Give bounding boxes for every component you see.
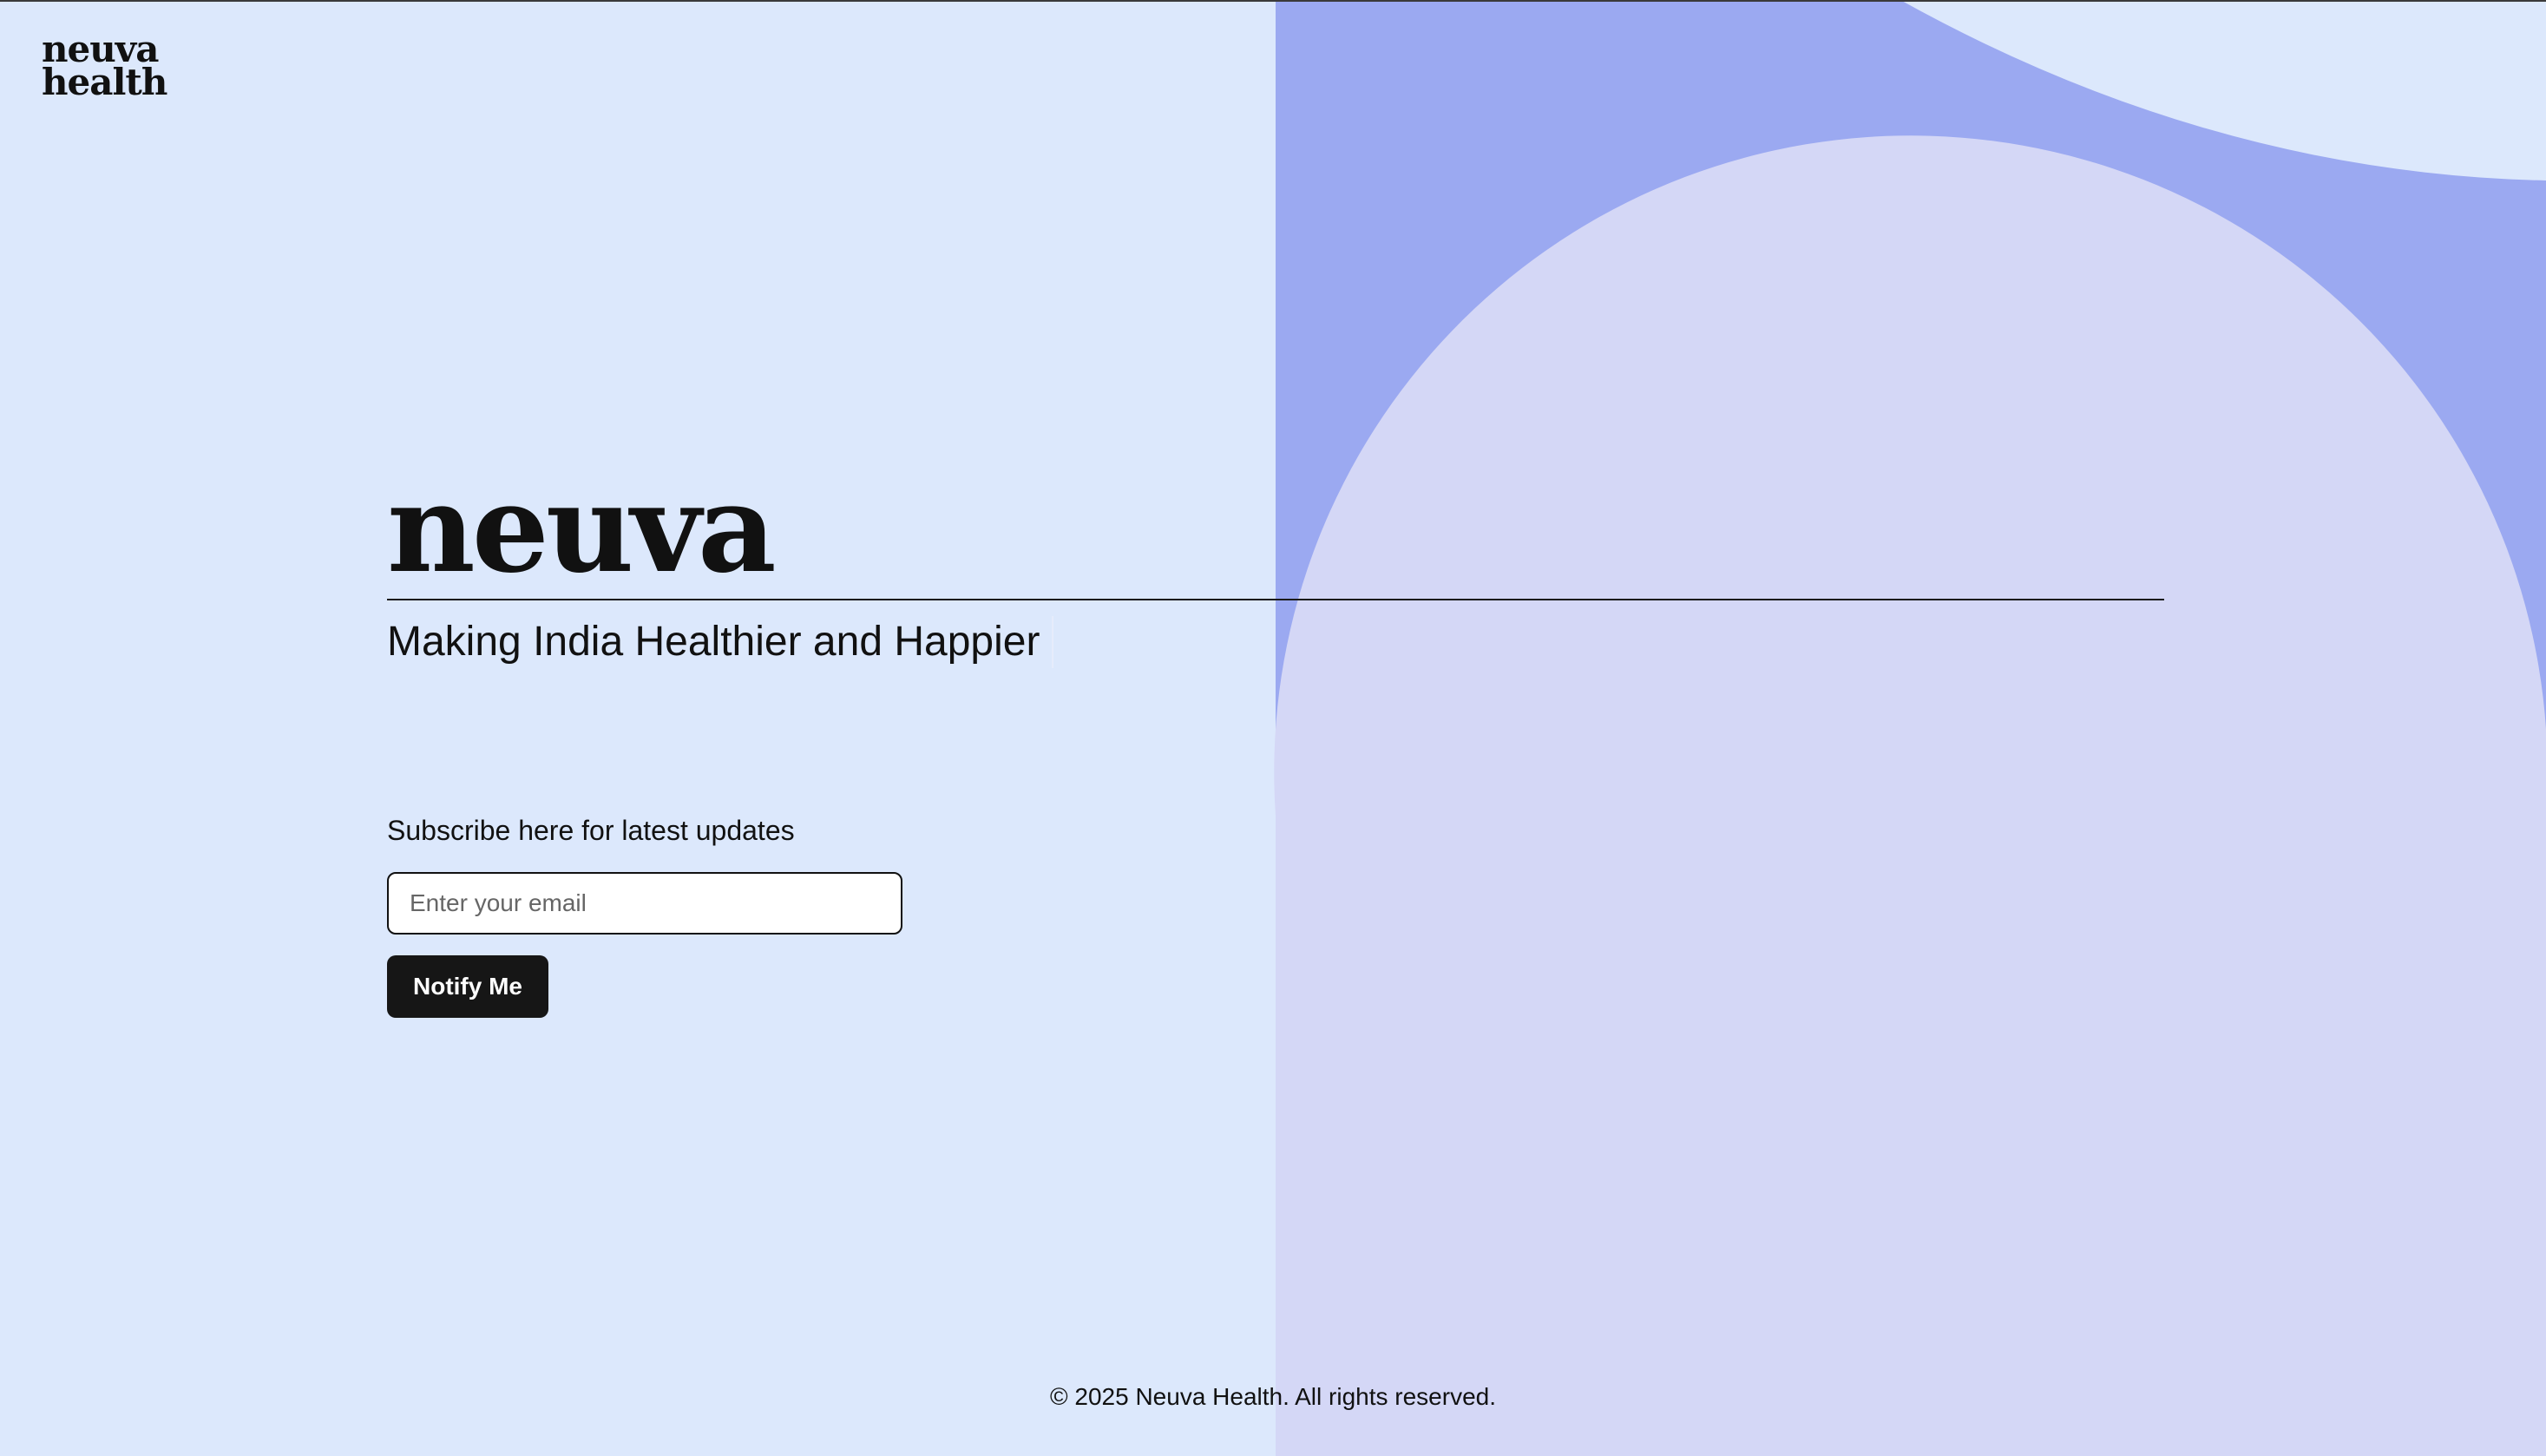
- hero-tagline: Making India Healthier and Happier: [387, 619, 1040, 665]
- footer-copyright: © 2025 Neuva Health. All rights reserved…: [1049, 1383, 1496, 1410]
- lavender-arch-shape: [1274, 135, 2546, 1456]
- hero-section: neuva: [387, 458, 777, 600]
- hero-tagline-container: Making India Healthier and Happier: [387, 614, 1054, 670]
- hero-divider: [387, 599, 2164, 600]
- background-shapes: [0, 0, 2546, 1456]
- subscribe-label: Subscribe here for latest updates: [387, 815, 795, 846]
- top-border-line: [0, 0, 2546, 2]
- hero-brand-wordmark: neuva: [387, 458, 777, 600]
- typing-caret: [1052, 616, 1054, 668]
- email-input[interactable]: [387, 872, 902, 935]
- header-logo-line2: health: [42, 61, 167, 103]
- notify-me-button[interactable]: Notify Me: [387, 955, 548, 1018]
- header-logo[interactable]: neuva health: [42, 31, 167, 103]
